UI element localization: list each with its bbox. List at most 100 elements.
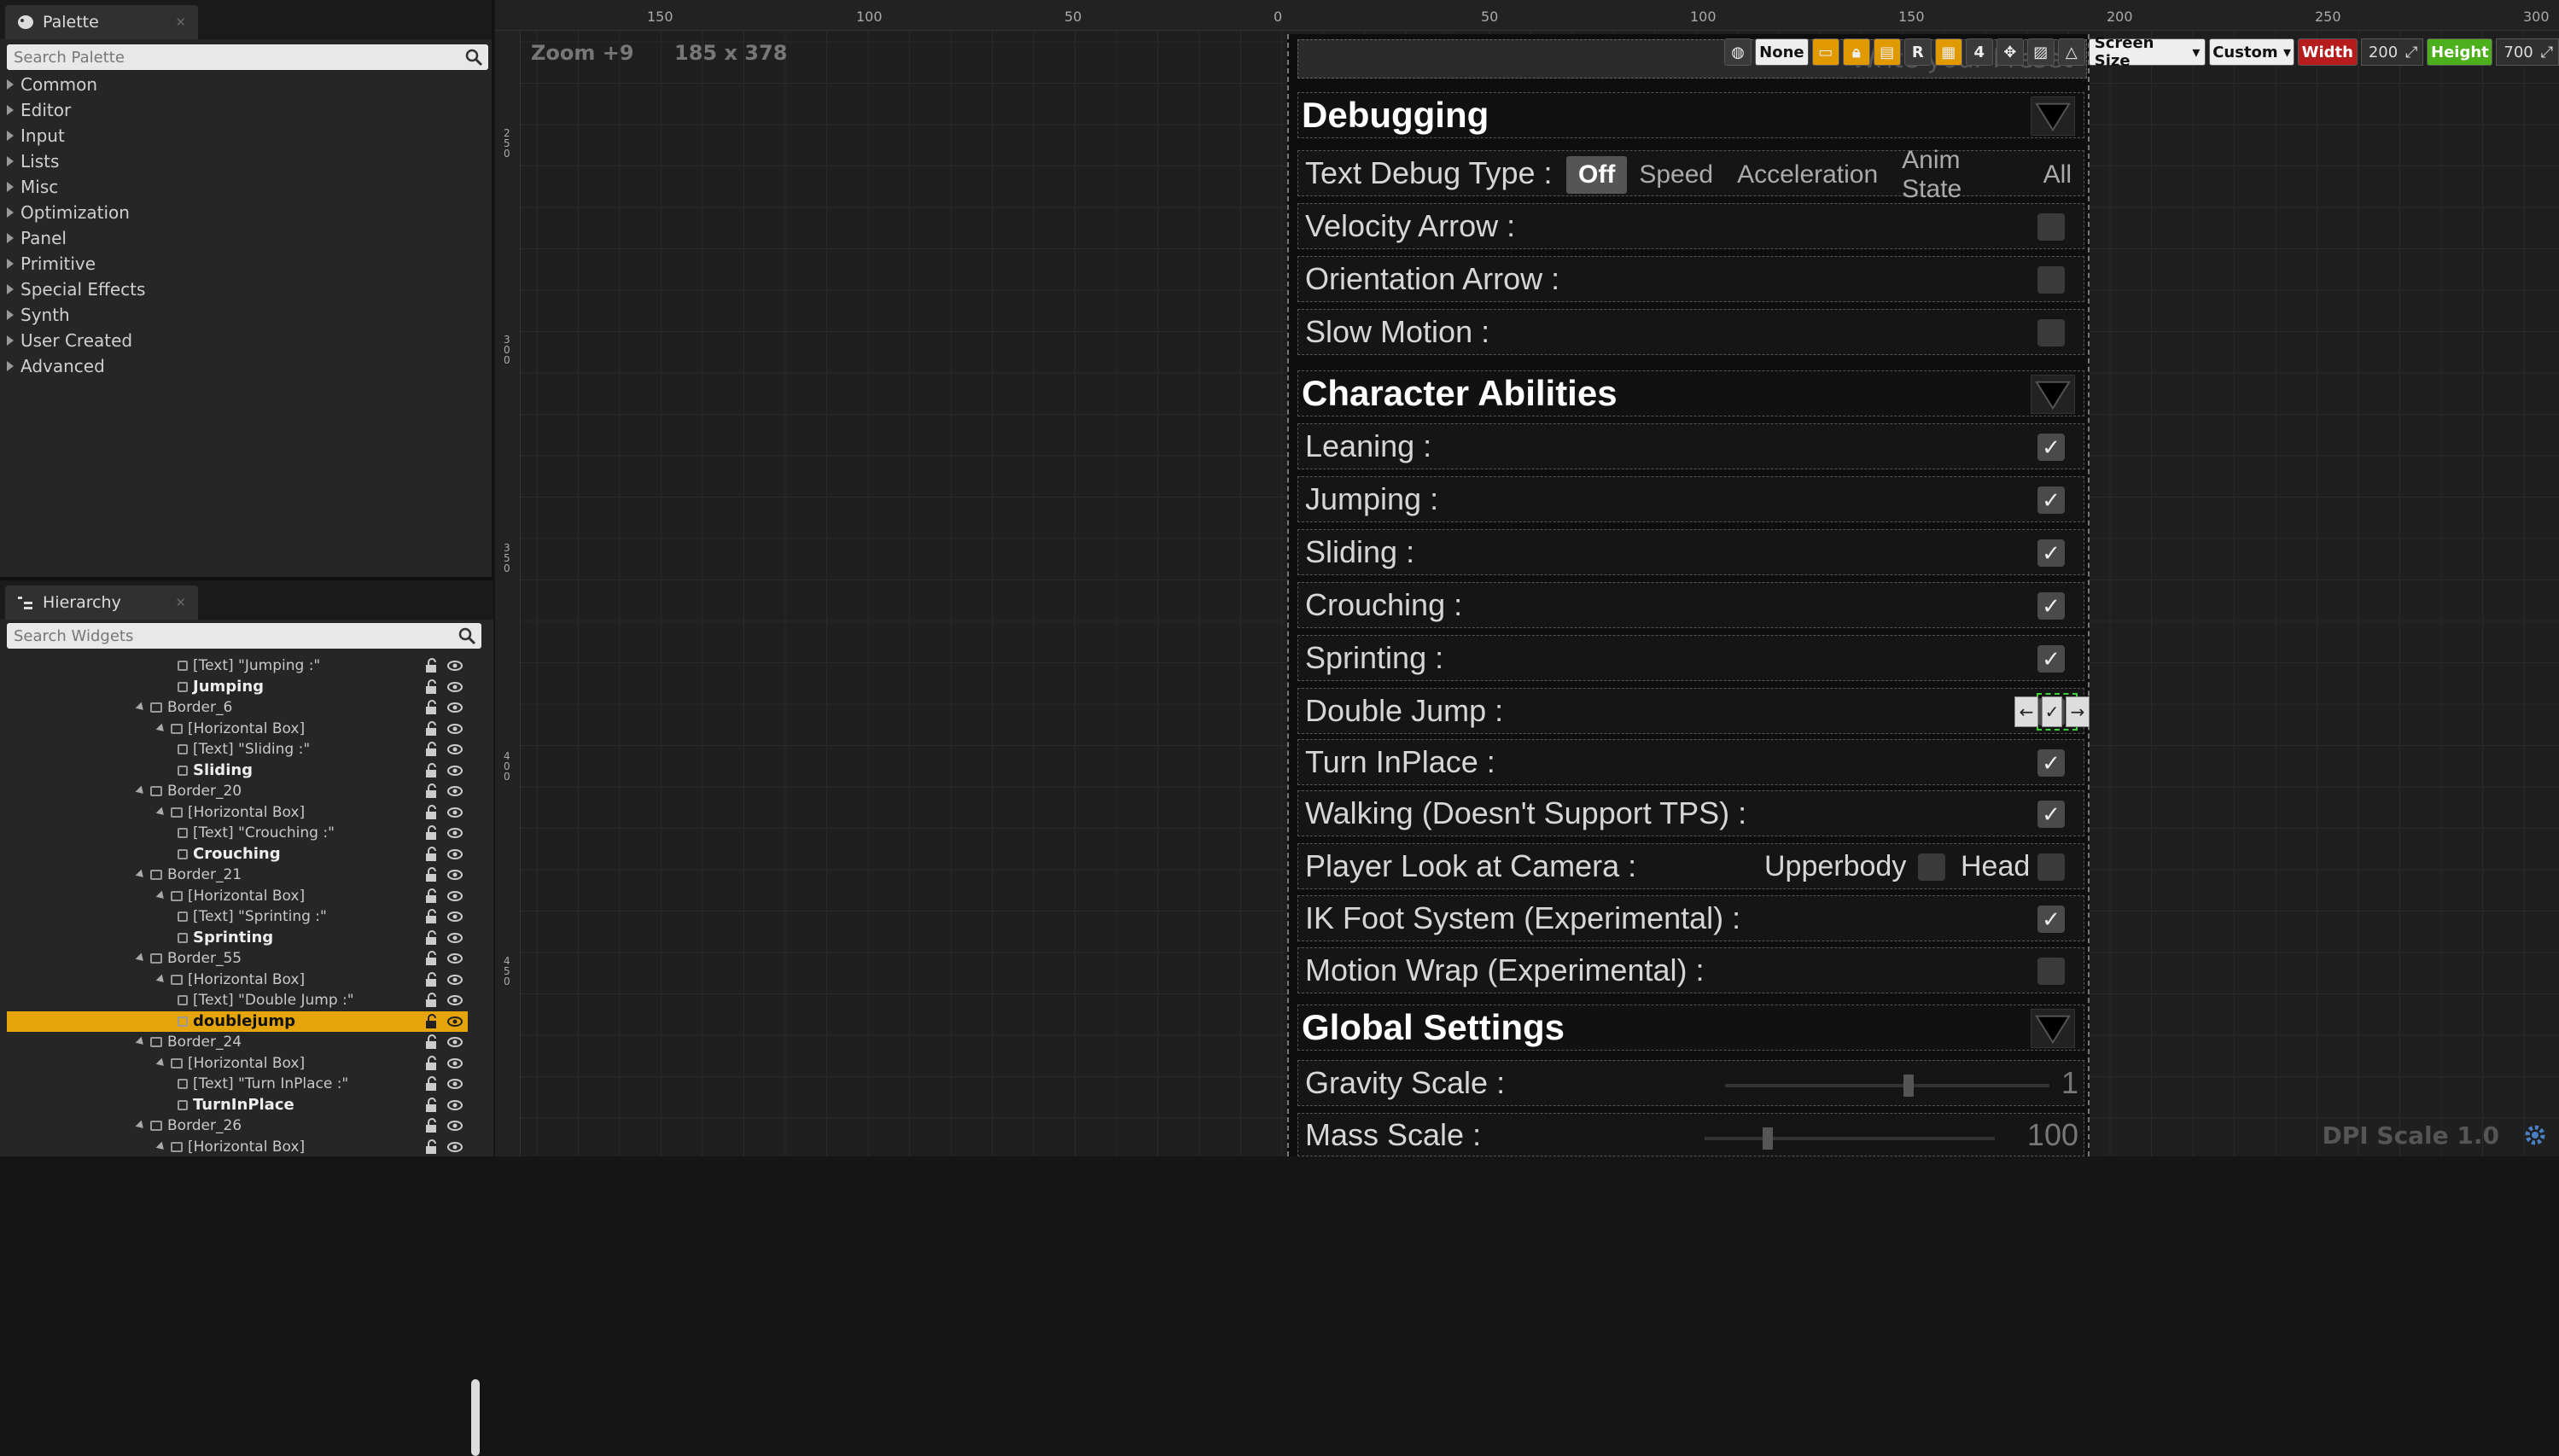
hierarchy-row[interactable]: [Horizontal Box] xyxy=(7,802,468,824)
eye-icon[interactable] xyxy=(447,993,463,1008)
eye-icon[interactable] xyxy=(447,1098,463,1113)
hierarchy-row[interactable]: Border_55 xyxy=(7,948,468,970)
hierarchy-row[interactable]: [Text] "Sliding :" xyxy=(7,739,468,760)
hierarchy-row[interactable]: [Text] "Sprinting :" xyxy=(7,906,468,928)
hierarchy-row[interactable]: [Horizontal Box] xyxy=(7,1137,468,1158)
move-icon[interactable]: ✥ xyxy=(1996,38,2024,66)
eye-icon[interactable] xyxy=(447,679,463,695)
section-character-abilities[interactable]: Character Abilities xyxy=(1297,370,2084,416)
unlock-icon[interactable] xyxy=(423,1034,439,1050)
collapse-arrow-icon[interactable] xyxy=(135,702,147,713)
collapse-arrow-icon[interactable] xyxy=(155,723,167,735)
debug-option-checkbox[interactable] xyxy=(2037,213,2065,241)
expand-arrow-icon[interactable] xyxy=(7,259,14,269)
eye-icon[interactable] xyxy=(447,700,463,715)
palette-category[interactable]: Input xyxy=(0,123,493,149)
bounds-icon[interactable]: ▭ xyxy=(1811,38,1839,66)
hierarchy-row[interactable]: [Horizontal Box] xyxy=(7,719,468,740)
hierarchy-row[interactable]: doublejump xyxy=(7,1010,468,1032)
unlock-icon[interactable] xyxy=(423,1139,439,1155)
hierarchy-row[interactable]: TurnInPlace xyxy=(7,1095,468,1116)
unlock-icon[interactable] xyxy=(423,804,439,820)
unlock-icon[interactable] xyxy=(423,700,439,715)
unlock-icon[interactable] xyxy=(423,846,439,862)
palette-search-input[interactable]: Search Palette xyxy=(7,44,488,70)
r-button[interactable]: R xyxy=(1903,38,1932,66)
section-global-settings[interactable]: Global Settings xyxy=(1297,1005,2084,1051)
ability-option-checkbox[interactable]: ✓ xyxy=(2037,645,2065,673)
warning-icon[interactable]: △ xyxy=(2057,38,2085,66)
eye-icon[interactable] xyxy=(447,972,463,987)
unlock-icon[interactable] xyxy=(423,888,439,904)
ability-option-checkbox[interactable]: ✓ xyxy=(2037,592,2065,620)
expand-arrow-icon[interactable] xyxy=(7,310,14,320)
expand-arrow-icon[interactable] xyxy=(7,361,14,371)
mass-slider-handle[interactable] xyxy=(1763,1127,1773,1150)
unlock-icon[interactable] xyxy=(423,658,439,673)
debug-type-option[interactable]: Off xyxy=(1566,156,1628,194)
palette-category[interactable]: Optimization xyxy=(0,200,493,225)
collapse-arrow-icon[interactable] xyxy=(135,785,147,797)
unlock-icon[interactable] xyxy=(423,993,439,1008)
eye-icon[interactable] xyxy=(447,1056,463,1071)
collapse-arrow-icon[interactable] xyxy=(135,1036,147,1048)
palette-category[interactable]: User Created xyxy=(0,328,493,353)
hierarchy-row[interactable]: Sprinting xyxy=(7,928,468,949)
unlock-icon[interactable] xyxy=(423,825,439,841)
image-icon[interactable]: ▨ xyxy=(2026,38,2055,66)
eye-icon[interactable] xyxy=(447,1076,463,1092)
custom-dropdown[interactable]: Custom ▾ xyxy=(2209,38,2294,66)
debug-option-checkbox[interactable] xyxy=(2037,319,2065,347)
width-input[interactable]: 200 ⤢ xyxy=(2360,38,2424,66)
collapse-arrow-icon[interactable] xyxy=(135,952,147,964)
anchor-handles[interactable]: ← ✓ → xyxy=(2014,696,2090,727)
expand-arrow-icon[interactable] xyxy=(7,182,14,192)
hierarchy-row[interactable]: Jumping xyxy=(7,677,468,698)
hierarchy-row[interactable]: Border_20 xyxy=(7,781,468,802)
palette-tab[interactable]: Palette ✕ xyxy=(5,5,198,39)
section-debugging[interactable]: Debugging xyxy=(1297,92,2084,138)
collapse-arrow-icon[interactable] xyxy=(135,1120,147,1132)
hierarchy-row[interactable]: [Text] "Turn InPlace :" xyxy=(7,1074,468,1095)
eye-icon[interactable] xyxy=(447,658,463,673)
mass-slider[interactable] xyxy=(1705,1127,1995,1150)
height-input[interactable]: 700 ⤢ xyxy=(2496,38,2559,66)
motion-wrap-checkbox[interactable] xyxy=(2037,958,2065,985)
unlock-icon[interactable] xyxy=(423,720,439,737)
hierarchy-row[interactable]: Border_21 xyxy=(7,865,468,886)
hierarchy-scrollbar[interactable] xyxy=(471,1379,480,1456)
gravity-slider[interactable] xyxy=(1725,1075,2049,1097)
debug-type-option[interactable]: Speed xyxy=(1627,156,1725,194)
unlock-icon[interactable] xyxy=(423,1013,439,1029)
hierarchy-row[interactable]: [Horizontal Box] xyxy=(7,970,468,991)
palette-category[interactable]: Primitive xyxy=(0,251,493,277)
palette-category[interactable]: Lists xyxy=(0,149,493,174)
expand-arrow-icon[interactable] xyxy=(7,233,14,243)
debug-type-option[interactable]: Anim State xyxy=(1890,146,2031,203)
unlock-icon[interactable] xyxy=(423,929,439,946)
eye-icon[interactable] xyxy=(447,825,463,841)
expand-arrow-icon[interactable] xyxy=(7,156,14,166)
folder-icon[interactable]: ▤ xyxy=(1873,38,1901,66)
debug-type-option[interactable]: Acceleration xyxy=(1725,156,1890,194)
close-icon[interactable]: ✕ xyxy=(175,595,186,610)
hierarchy-row[interactable]: Border_6 xyxy=(7,697,468,719)
globe-icon[interactable]: ◍ xyxy=(1724,38,1752,66)
hierarchy-row[interactable]: [Horizontal Box] xyxy=(7,886,468,907)
unlock-icon[interactable] xyxy=(423,1076,439,1092)
upperbody-checkbox[interactable] xyxy=(1918,853,1945,881)
unlock-icon[interactable] xyxy=(423,1055,439,1071)
hierarchy-search-input[interactable]: Search Widgets xyxy=(7,623,481,649)
hierarchy-row[interactable]: [Text] "Double Jump :" xyxy=(7,990,468,1011)
unlock-icon[interactable] xyxy=(423,742,439,757)
hierarchy-row[interactable]: [Horizontal Box] xyxy=(7,1053,468,1075)
arrow-left-icon[interactable]: ← xyxy=(2014,696,2038,727)
expand-arrow-icon[interactable] xyxy=(7,131,14,141)
hierarchy-row[interactable]: [Text] "Crouching :" xyxy=(7,823,468,844)
eye-icon[interactable] xyxy=(447,888,463,904)
collapse-arrow-icon[interactable] xyxy=(135,869,147,881)
collapse-arrow-icon[interactable] xyxy=(155,807,167,818)
gravity-slider-handle[interactable] xyxy=(1903,1075,1914,1097)
close-icon[interactable]: ✕ xyxy=(175,15,186,30)
unlock-icon[interactable] xyxy=(423,1118,439,1133)
